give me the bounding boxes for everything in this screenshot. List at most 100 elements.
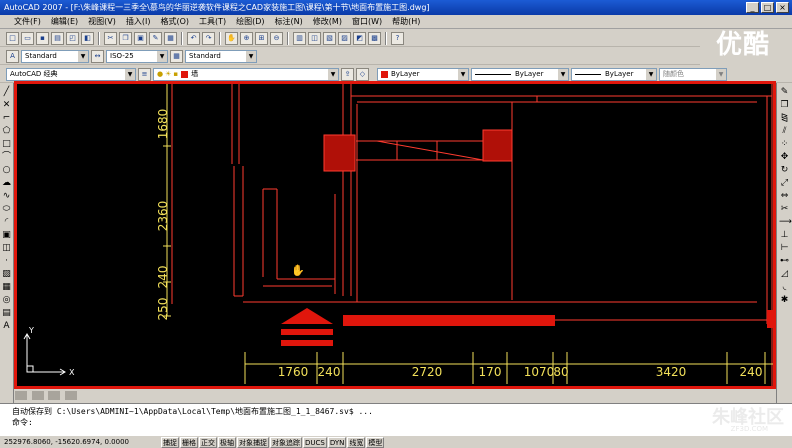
properties-icon[interactable]: ▥ [293, 31, 306, 45]
color-select[interactable]: ByLayer ▼ [377, 67, 469, 81]
mtext-icon[interactable]: A [1, 321, 12, 332]
array-icon[interactable]: ⁘ [779, 139, 790, 150]
copy-object-icon[interactable]: ❐ [779, 100, 790, 111]
layer-manager-icon[interactable]: ≡ [138, 67, 151, 81]
break-icon[interactable]: ⊢ [779, 243, 790, 254]
undo-icon[interactable]: ↶ [187, 31, 200, 45]
mirror-icon[interactable]: ⧎ [779, 113, 790, 124]
print-icon[interactable]: ▤ [51, 31, 64, 45]
arc-icon[interactable]: ⌒ [1, 152, 12, 163]
open-icon[interactable]: ▭ [21, 31, 34, 45]
offset-icon[interactable]: ⫽ [779, 126, 790, 137]
ellipse-icon[interactable]: ⬭ [1, 204, 12, 215]
menu-edit[interactable]: 编辑(E) [51, 16, 78, 27]
otrack-toggle[interactable]: 对象追踪 [270, 436, 302, 448]
polar-toggle[interactable]: 极轴 [218, 436, 236, 448]
make-block-icon[interactable]: ◫ [1, 243, 12, 254]
polyline-icon[interactable]: ⌐ [1, 113, 12, 124]
fillet-icon[interactable]: ◟ [779, 282, 790, 293]
construction-line-icon[interactable]: ✕ [1, 100, 12, 111]
zoom-window-icon[interactable]: ⊞ [255, 31, 268, 45]
dim-style-icon[interactable]: ↔ [91, 49, 104, 63]
rotate-icon[interactable]: ↻ [779, 165, 790, 176]
trim-icon[interactable]: ✂ [779, 204, 790, 215]
spline-icon[interactable]: ∿ [1, 191, 12, 202]
table-style-select[interactable]: Standard ▼ [185, 49, 257, 63]
grid-toggle[interactable]: 栅格 [180, 436, 198, 448]
snap-toggle[interactable]: 捕捉 [161, 436, 179, 448]
revision-cloud-icon[interactable]: ☁ [1, 178, 12, 189]
paste-icon[interactable]: ▣ [134, 31, 147, 45]
menu-dimension[interactable]: 标注(N) [275, 16, 303, 27]
menu-tools[interactable]: 工具(T) [199, 16, 226, 27]
help-icon[interactable]: ? [391, 31, 404, 45]
rectangle-icon[interactable]: □ [1, 139, 12, 150]
tab-nav-prev[interactable] [31, 391, 44, 400]
match-properties-icon[interactable]: ✎ [149, 31, 162, 45]
menu-draw[interactable]: 绘图(D) [236, 16, 264, 27]
tab-nav-first[interactable] [15, 391, 27, 400]
calculator-icon[interactable]: ▩ [368, 31, 381, 45]
dim-style-select[interactable]: ISO-25 ▼ [106, 49, 168, 63]
tool-palettes-icon[interactable]: ▧ [323, 31, 336, 45]
menu-window[interactable]: 窗口(W) [352, 16, 382, 27]
move-icon[interactable]: ✥ [779, 152, 790, 163]
command-prompt[interactable]: 命令: [12, 417, 780, 428]
stretch-icon[interactable]: ⇔ [779, 191, 790, 202]
lineweight-toggle[interactable]: 线宽 [347, 436, 366, 448]
make-current-icon[interactable]: ⇪ [341, 67, 354, 81]
block-editor-icon[interactable]: ▦ [164, 31, 177, 45]
zoom-realtime-icon[interactable]: ⊕ [240, 31, 253, 45]
point-icon[interactable]: · [1, 256, 12, 267]
ducs-toggle[interactable]: DUCS [303, 436, 327, 448]
dyn-toggle[interactable]: DYN [327, 436, 347, 448]
menu-format[interactable]: 格式(O) [160, 16, 189, 27]
hatch-icon[interactable]: ▨ [1, 269, 12, 280]
pan-icon[interactable]: ✋ [225, 31, 238, 45]
plotstyle-select[interactable]: 随颜色 ▼ [659, 67, 727, 81]
sheet-set-icon[interactable]: ▨ [338, 31, 351, 45]
layer-previous-icon[interactable]: ◇ [356, 67, 369, 81]
region-icon[interactable]: ◎ [1, 295, 12, 306]
zoom-previous-icon[interactable]: ⊖ [270, 31, 283, 45]
gradient-icon[interactable]: ▦ [1, 282, 12, 293]
circle-icon[interactable]: ○ [1, 165, 12, 176]
cut-icon[interactable]: ✂ [104, 31, 117, 45]
text-style-icon[interactable]: A [6, 49, 19, 63]
close-button[interactable]: × [776, 2, 789, 13]
polygon-icon[interactable]: ⬠ [1, 126, 12, 137]
command-window[interactable]: 自动保存到 C:\Users\ADMINI~1\AppData\Local\Te… [0, 403, 792, 436]
osnap-toggle[interactable]: 对象捕捉 [237, 436, 269, 448]
model-toggle[interactable]: 模型 [366, 436, 385, 448]
ellipse-arc-icon[interactable]: ◜ [1, 217, 12, 228]
text-style-select[interactable]: Standard ▼ [21, 49, 89, 63]
minimize-button[interactable]: _ [746, 2, 759, 13]
menu-insert[interactable]: 插入(I) [126, 16, 151, 27]
erase-icon[interactable]: ✎ [779, 87, 790, 98]
redo-icon[interactable]: ↷ [202, 31, 215, 45]
extend-icon[interactable]: ⟶ [779, 217, 792, 228]
scale-icon[interactable]: ⤢ [779, 178, 790, 189]
new-icon[interactable]: □ [6, 31, 19, 45]
table-style-icon[interactable]: ▦ [170, 49, 183, 63]
menu-help[interactable]: 帮助(H) [392, 16, 420, 27]
linetype-select[interactable]: ByLayer ▼ [471, 67, 569, 81]
table-icon[interactable]: ▤ [1, 308, 12, 319]
workspace-select[interactable]: AutoCAD 经典 ▼ [6, 67, 136, 81]
markup-icon[interactable]: ◩ [353, 31, 366, 45]
chamfer-icon[interactable]: ◿ [779, 269, 790, 280]
save-icon[interactable]: ▪ [36, 31, 49, 45]
insert-block-icon[interactable]: ▣ [1, 230, 12, 241]
copy-icon[interactable]: ❐ [119, 31, 132, 45]
menu-view[interactable]: 视图(V) [88, 16, 116, 27]
menu-file[interactable]: 文件(F) [14, 16, 41, 27]
tab-nav-last[interactable] [64, 391, 77, 400]
ortho-toggle[interactable]: 正交 [199, 436, 217, 448]
tab-nav-next[interactable] [48, 391, 61, 400]
explode-icon[interactable]: ✱ [779, 295, 790, 306]
menu-modify[interactable]: 修改(M) [313, 16, 342, 27]
lineweight-select[interactable]: ByLayer ▼ [571, 67, 657, 81]
join-icon[interactable]: ⊷ [779, 256, 790, 267]
preview-icon[interactable]: ◰ [66, 31, 79, 45]
drawing-area[interactable]: 1680 2360 240 250 1760 240 2720 170 1070… [14, 81, 776, 389]
